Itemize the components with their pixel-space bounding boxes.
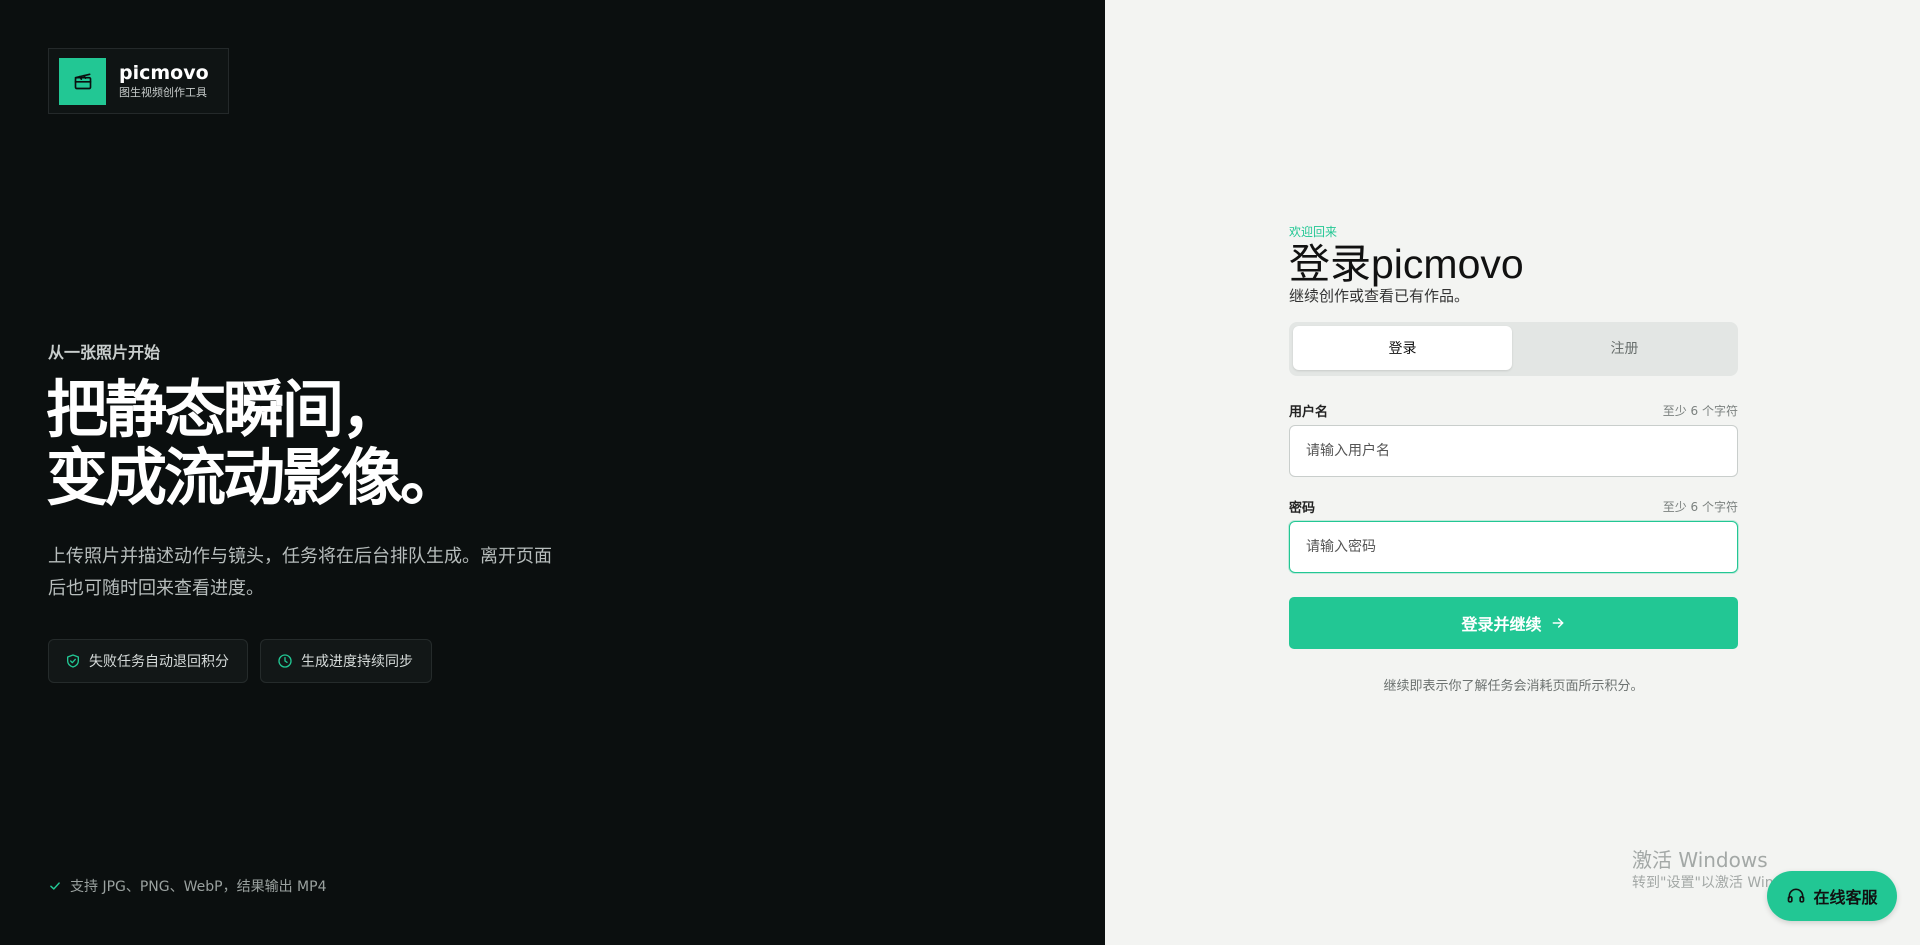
- tab-register[interactable]: 注册: [1515, 326, 1734, 370]
- watermark-line-1: 激活 Windows: [1632, 848, 1768, 872]
- auth-panel: 欢迎回来 登录picmovo 继续创作或查看已有作品。 登录 注册 用户名 至少…: [1105, 0, 1920, 945]
- clapperboard-icon: [59, 57, 106, 105]
- hero-headline-line-2: 变成流动影像。: [46, 441, 462, 514]
- password-input[interactable]: [1289, 521, 1738, 573]
- arrow-right-icon: [1552, 618, 1563, 628]
- shield-check-icon: [67, 654, 79, 668]
- hero-headline: 把静态瞬间， 变成流动影像。: [46, 373, 462, 514]
- feature-chip-label: 失败任务自动退回积分: [89, 654, 229, 670]
- username-label: 用户名: [1289, 404, 1329, 420]
- login-submit-button[interactable]: 登录并继续: [1289, 597, 1738, 649]
- password-hint: 至少 6 个字符: [1662, 499, 1738, 514]
- hero-description: 上传照片并描述动作与镜头，任务将在后台排队生成。离开页面后也可随时回来查看进度。: [48, 546, 552, 599]
- tab-login[interactable]: 登录: [1293, 326, 1512, 370]
- username-field-group: 用户名 至少 6 个字符: [1289, 401, 1738, 477]
- welcome-text: 欢迎回来: [1289, 225, 1338, 239]
- brand-subtitle: 图生视频创作工具: [119, 86, 207, 99]
- hero-panel: picmovo 图生视频创作工具 从一张照片开始 把静态瞬间， 变成流动影像。 …: [0, 0, 1105, 945]
- hero-eyebrow: 从一张照片开始: [48, 343, 161, 362]
- page-subtitle: 继续创作或查看已有作品。: [1289, 287, 1470, 305]
- clock-icon: [278, 654, 292, 668]
- username-hint: 至少 6 个字符: [1662, 403, 1738, 418]
- password-label: 密码: [1289, 500, 1316, 516]
- feature-chip-label: 生成进度持续同步: [301, 654, 413, 670]
- headset-icon: [1788, 888, 1805, 903]
- page-title: 登录picmovo: [1289, 241, 1524, 287]
- feature-chip-refund: 失败任务自动退回积分: [48, 639, 248, 683]
- terms-notice: 继续即表示你了解任务会消耗页面所示积分。: [1383, 679, 1644, 694]
- format-note: 支持 JPG、PNG、WebP，结果输出 MP4: [48, 876, 326, 896]
- brand-name: picmovo: [119, 62, 209, 84]
- check-icon: [50, 882, 60, 890]
- online-support-button[interactable]: 在线客服: [1767, 871, 1897, 921]
- hero-headline-line-1: 把静态瞬间，: [46, 373, 403, 446]
- online-support-label: 在线客服: [1813, 888, 1878, 907]
- format-note-text: 支持 JPG、PNG、WebP，结果输出 MP4: [70, 879, 327, 895]
- feature-chip-progress: 生成进度持续同步: [260, 639, 432, 683]
- username-input[interactable]: [1289, 425, 1738, 477]
- login-form: 欢迎回来 登录picmovo 继续创作或查看已有作品。 登录 注册 用户名 至少…: [1289, 224, 1738, 694]
- brand-logo[interactable]: picmovo 图生视频创作工具: [48, 48, 229, 114]
- auth-tabs: 登录 注册: [1289, 322, 1738, 376]
- login-submit-label: 登录并继续: [1461, 615, 1542, 634]
- password-field-group: 密码 至少 6 个字符: [1289, 497, 1738, 573]
